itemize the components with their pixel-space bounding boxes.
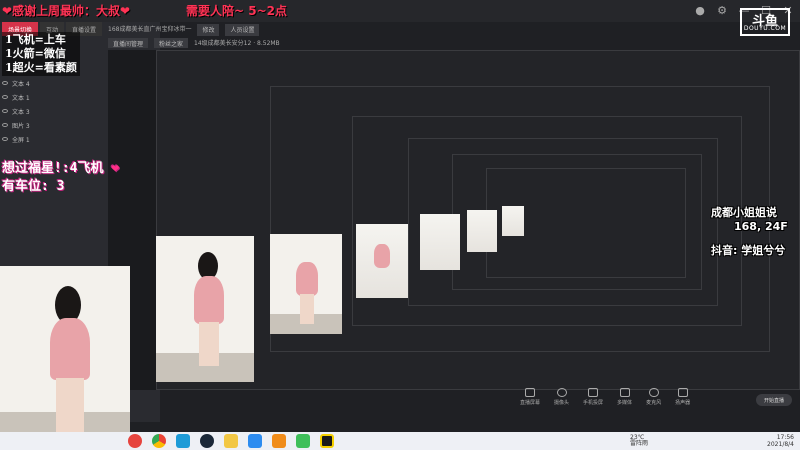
cam-figure (194, 276, 224, 324)
tool-label: 直播屏幕 (520, 400, 541, 406)
douyu-app-icon[interactable] (320, 434, 334, 448)
phone-cast-button[interactable]: 手机投屏 (583, 388, 603, 412)
layer-label: 文本 3 (12, 108, 30, 116)
camera-feed-echo-5 (467, 210, 497, 252)
tool-label: 多媒体 (617, 400, 633, 406)
clock-date: 2021/8/4 (767, 441, 794, 448)
room-info-bar: 168成都美长直广州宝仰冰带一 修改 人员设置 (108, 24, 260, 36)
profile-stats: 168, 24F (734, 220, 788, 233)
rule-line: 1超火=看素颜 (5, 61, 77, 74)
logo-text: 斗鱼 (751, 14, 778, 29)
profile-name: 成都小姐姐说 (711, 206, 777, 219)
netease-icon[interactable] (128, 434, 142, 448)
camera-icon (556, 388, 567, 397)
schedule-banner: 需要人陪~ 5~2点 (186, 4, 287, 18)
douyu-logo: 斗鱼 DOUYU.COM (740, 8, 790, 36)
start-live-button[interactable]: 开始直播 (756, 394, 792, 406)
camera-feed-echo-6 (502, 206, 524, 236)
room-level-text: 14级成都美长安分12 · 8.52MB (194, 40, 280, 47)
avatar-icon[interactable]: ● (694, 4, 706, 17)
app2-icon[interactable] (248, 434, 262, 448)
wish-line: 有车位: 3 (2, 179, 65, 194)
fans-home-button[interactable]: 粉丝之家 (154, 38, 189, 48)
camera-feed-echo-3 (356, 224, 408, 298)
eye-icon[interactable] (2, 123, 8, 127)
wish-text: 想过福星!:4飞机 ❤ 有车位: 3 (2, 160, 119, 196)
chrome-icon[interactable] (152, 434, 166, 448)
edit-button[interactable]: 修改 (197, 24, 220, 36)
layer-label: 文本 1 (12, 94, 30, 102)
speaker-button[interactable]: 扬声器 (675, 388, 690, 412)
layer-label: 图片 3 (12, 122, 30, 130)
layer-item[interactable]: 文本 4 (2, 76, 98, 90)
room-title: 168成都美长直广州宝仰冰带一 (108, 26, 192, 33)
layer-label: 全屏 1 (12, 136, 30, 144)
camera-feed-echo-1 (156, 236, 254, 382)
camera-feed-echo-4 (420, 214, 460, 270)
phone-icon (588, 388, 599, 397)
logo-subtext: DOUYU.COM (743, 25, 787, 32)
system-clock[interactable]: 17:56 2021/8/4 (767, 434, 794, 448)
room-info-row: 直播间管理 粉丝之家 14级成都美长安分12 · 8.52MB (108, 38, 280, 48)
cam-legs (300, 294, 314, 324)
taskbar-icons (128, 434, 334, 448)
weather-widget[interactable]: 23℃ 雷阵雨 (630, 435, 648, 447)
monitor-icon (525, 388, 535, 397)
layer-list: 文本 4 文本 1 文本 3 图片 3 全屏 1 (2, 76, 98, 146)
weather-desc: 雷阵雨 (630, 440, 649, 447)
eye-icon[interactable] (2, 81, 8, 85)
eye-icon[interactable] (2, 95, 8, 99)
cam-figure (374, 244, 390, 268)
thanks-banner: ❤感谢上周最帅：大叔❤ (2, 4, 131, 18)
cam-legs (199, 322, 219, 366)
layer-item[interactable]: 文本 3 (2, 104, 98, 118)
layer-item[interactable]: 图片 3 (2, 118, 98, 132)
layer-item[interactable]: 文本 1 (2, 90, 98, 104)
folder-icon[interactable] (224, 434, 238, 448)
camera-feed (0, 266, 130, 448)
help-icon[interactable] (272, 434, 286, 448)
fans-settings-button[interactable]: 人员设置 (225, 24, 260, 36)
speaker-icon (677, 388, 688, 397)
layer-label: 文本 4 (12, 80, 30, 88)
rule-line: 1火箭=微信 (5, 47, 66, 60)
media-button[interactable]: 多媒体 (617, 388, 632, 412)
mic-button[interactable]: 麦克风 (646, 388, 661, 412)
room-manage-button[interactable]: 直播间管理 (108, 38, 149, 48)
windows-taskbar: 23℃ 雷阵雨 17:56 2021/8/4 (0, 432, 800, 450)
rule-line: 1飞机=上车 (5, 33, 66, 46)
tool-label: 扬声器 (675, 400, 691, 406)
tool-label: 摄像头 (554, 400, 570, 406)
cam-legs (56, 378, 84, 434)
gift-rules: 1飞机=上车 1火箭=微信 1超火=看素颜 (2, 32, 80, 76)
profile-douyin: 抖音: 学姐兮兮 (711, 244, 786, 257)
screen-capture-button[interactable]: 直播屏幕 (520, 388, 540, 412)
cam-figure (296, 262, 318, 296)
mic-icon (648, 388, 659, 397)
steam-icon[interactable] (200, 434, 214, 448)
app-icon[interactable] (176, 434, 190, 448)
clock-time: 17:56 (776, 434, 794, 441)
cam-figure (50, 318, 90, 380)
wish-line: 想过福星!:4飞机 (2, 161, 104, 176)
settings-icon[interactable]: ⚙ (716, 4, 728, 17)
play-icon[interactable] (296, 434, 310, 448)
tool-label: 麦克风 (646, 400, 662, 406)
camera-button[interactable]: 摄像头 (554, 388, 569, 412)
heart-icon: ❤ (111, 161, 120, 176)
camera-feed-echo-2 (270, 234, 342, 334)
eye-icon[interactable] (2, 137, 8, 141)
layer-item[interactable]: 全屏 1 (2, 132, 98, 146)
media-icon (619, 388, 630, 397)
tool-label: 手机投屏 (583, 400, 604, 406)
eye-icon[interactable] (2, 109, 8, 113)
